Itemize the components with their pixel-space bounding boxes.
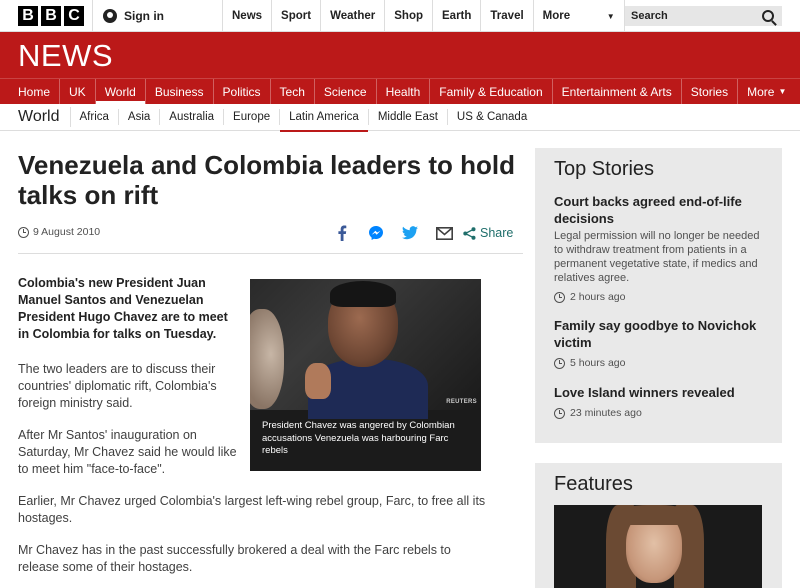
sub-nav-us-canada[interactable]: US & Canada (448, 109, 536, 125)
article-paragraph: After Mr Santos' inauguration on Saturda… (18, 428, 237, 476)
top-nav-news[interactable]: News (222, 0, 271, 32)
top-story-time-text: 23 minutes ago (570, 407, 642, 419)
messenger-icon[interactable] (359, 223, 393, 243)
clock-icon (554, 291, 565, 303)
main-nav-home[interactable]: Home (9, 79, 61, 104)
share-bar: Share (325, 223, 513, 243)
search-icon[interactable] (762, 10, 774, 22)
news-logo[interactable]: NEWS (18, 38, 113, 74)
top-stories-heading: Top Stories (554, 158, 655, 180)
bbc-logo-letter: B (18, 6, 38, 26)
search-placeholder: Search (631, 10, 668, 22)
main-nav: Home UK World Business Politics Tech Sci… (0, 78, 800, 104)
clock-icon (554, 407, 565, 419)
photo-image: REUTERS (250, 279, 481, 419)
sub-nav: World Africa Asia Australia Europe Latin… (0, 104, 800, 132)
main-nav-world[interactable]: World (95, 79, 146, 104)
bbc-logo-letter: B (41, 6, 61, 26)
top-story[interactable]: Court backs agreed end-of-life decisions… (554, 193, 769, 303)
twitter-icon[interactable] (393, 223, 427, 243)
share-icon (463, 226, 476, 240)
features-panel: Features (535, 463, 782, 588)
top-story-title[interactable]: Court backs agreed end-of-life decisions (554, 193, 769, 227)
top-nav-weather[interactable]: Weather (320, 0, 384, 32)
news-banner: NEWS (0, 32, 800, 78)
signin-label: Sign in (124, 9, 164, 23)
photo-credit: REUTERS (446, 399, 477, 405)
feature-image[interactable] (554, 505, 762, 588)
sub-nav-latin-america[interactable]: Latin America (280, 109, 369, 132)
main-nav-business[interactable]: Business (146, 79, 214, 104)
article-paragraph: Mr Chavez has in the past successfully b… (18, 543, 451, 574)
top-nav-more-label: More (542, 10, 571, 22)
signin-link[interactable]: Sign in (92, 0, 222, 32)
top-story-time-text: 5 hours ago (570, 357, 626, 369)
features-heading: Features (554, 473, 633, 495)
top-story[interactable]: Love Island winners revealed 23 minutes … (554, 384, 769, 419)
article-photo: REUTERS President Chavez was angered by … (250, 279, 481, 471)
user-icon (103, 9, 117, 23)
sub-nav-europe[interactable]: Europe (224, 109, 281, 125)
article-paragraph: Earlier, Mr Chavez urged Colombia's larg… (18, 494, 486, 525)
main-nav-uk[interactable]: UK (60, 79, 96, 104)
top-story-time-text: 2 hours ago (570, 291, 626, 303)
photo-caption: President Chavez was angered by Colombia… (262, 420, 455, 456)
main-nav-politics[interactable]: Politics (214, 79, 271, 104)
top-nav-sport[interactable]: Sport (271, 0, 320, 32)
share-label: Share (480, 226, 514, 240)
clock-icon (554, 357, 565, 369)
email-icon[interactable] (427, 223, 461, 243)
clock-icon (18, 226, 29, 238)
main-nav-stories[interactable]: Stories (682, 79, 739, 104)
chevron-down-icon: ▼ (606, 11, 615, 21)
search-input[interactable]: Search (625, 6, 782, 26)
article-intro: Colombia's new President Juan Manuel San… (18, 276, 228, 341)
chevron-down-icon: ▼ (778, 87, 787, 96)
main-nav-entertainment-arts[interactable]: Entertainment & Arts (553, 79, 682, 104)
sub-nav-section-title[interactable]: World (18, 107, 71, 127)
article-date-text: 9 August 2010 (33, 226, 101, 238)
top-bar: B B C Sign in News Sport Weather Shop Ea… (0, 0, 800, 32)
facebook-icon[interactable] (325, 223, 359, 243)
top-story-title[interactable]: Love Island winners revealed (554, 384, 769, 401)
sub-nav-africa[interactable]: Africa (71, 109, 119, 125)
top-nav-more-button[interactable]: More ▼ (532, 0, 625, 32)
top-story-time: 2 hours ago (554, 291, 769, 303)
divider (18, 253, 523, 254)
article-headline: Venezuela and Colombia leaders to hold t… (18, 150, 515, 210)
sub-nav-australia[interactable]: Australia (160, 109, 225, 125)
top-nav-earth[interactable]: Earth (432, 0, 480, 32)
main-nav-tech[interactable]: Tech (271, 79, 315, 104)
top-nav-shop[interactable]: Shop (384, 0, 432, 32)
bbc-logo[interactable]: B B C (18, 6, 84, 26)
top-nav-travel[interactable]: Travel (480, 0, 532, 32)
article-date: 9 August 2010 (18, 226, 100, 238)
sub-nav-middle-east[interactable]: Middle East (369, 109, 448, 125)
top-story-summary: Legal permission will no longer be neede… (554, 230, 760, 284)
main-nav-science[interactable]: Science (315, 79, 377, 104)
share-button[interactable]: Share (463, 226, 513, 240)
top-nav: News Sport Weather Shop Earth Travel Mor… (222, 0, 625, 32)
top-stories-panel: Top Stories Court backs agreed end-of-li… (535, 148, 782, 443)
top-story-title[interactable]: Family say goodbye to Novichok victim (554, 317, 769, 351)
main-nav-health[interactable]: Health (377, 79, 431, 104)
top-story-time: 23 minutes ago (554, 407, 769, 419)
main-nav-more-label: More (747, 84, 775, 99)
top-story[interactable]: Family say goodbye to Novichok victim 5 … (554, 317, 769, 369)
article-paragraph: The two leaders are to discuss their cou… (18, 362, 217, 410)
sub-nav-asia[interactable]: Asia (119, 109, 161, 125)
top-story-time: 5 hours ago (554, 357, 769, 369)
bbc-logo-letter: C (64, 6, 84, 26)
main-nav-more-button[interactable]: More ▼ (738, 79, 795, 104)
main-nav-family-education[interactable]: Family & Education (430, 79, 553, 104)
